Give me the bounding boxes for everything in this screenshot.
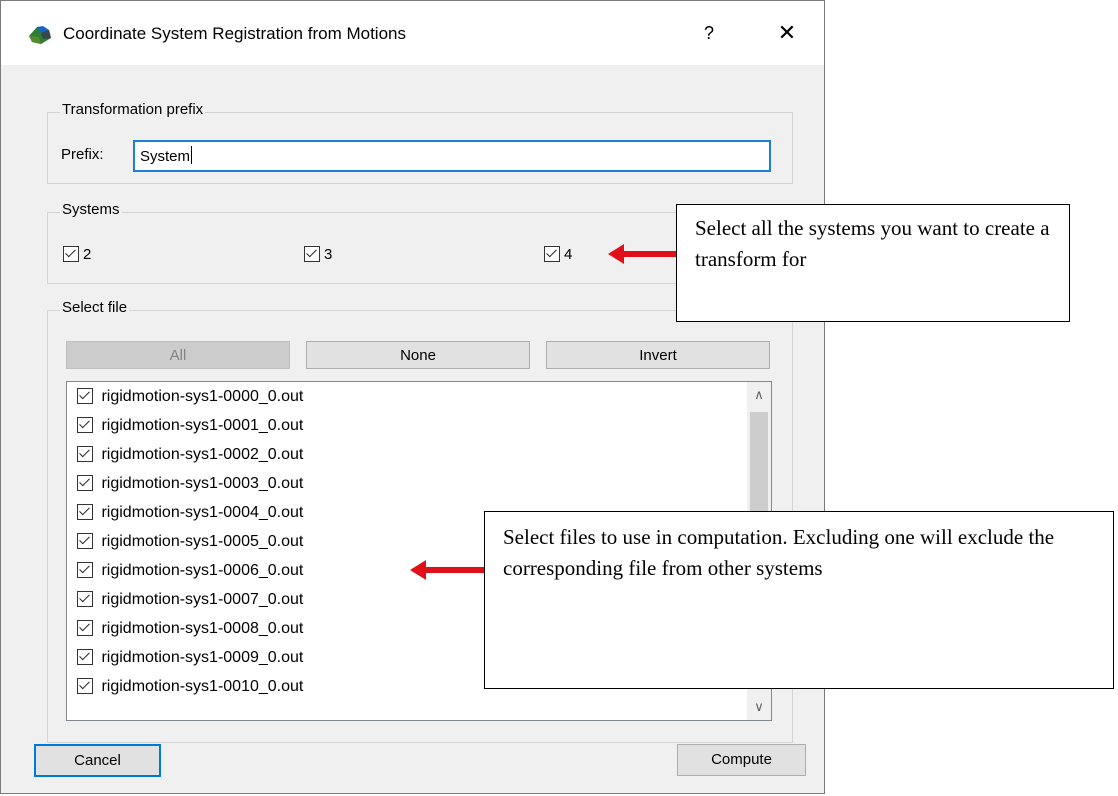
text-caret <box>191 146 193 164</box>
scroll-down-icon[interactable]: ∨ <box>747 694 771 720</box>
file-name: rigidmotion-sys1-0005_0.out <box>101 533 304 550</box>
checkbox-checked-icon[interactable] <box>544 246 560 262</box>
systems-annotation: Select all the systems you want to creat… <box>676 204 1070 322</box>
red-arrow-left-icon <box>410 560 484 580</box>
system-label: 4 <box>564 246 573 263</box>
list-item[interactable]: rigidmotion-sys1-0004_0.out <box>77 502 303 524</box>
file-name: rigidmotion-sys1-0006_0.out <box>101 562 304 579</box>
checkbox-checked-icon[interactable] <box>77 475 93 491</box>
close-button[interactable]: ✕ <box>769 15 805 51</box>
file-name: rigidmotion-sys1-0010_0.out <box>101 678 304 695</box>
system-checkbox-2[interactable]: 2 <box>63 246 91 264</box>
list-item[interactable]: rigidmotion-sys1-0005_0.out <box>77 531 303 553</box>
scroll-up-icon[interactable]: ∧ <box>747 382 771 408</box>
file-name: rigidmotion-sys1-0007_0.out <box>101 591 304 608</box>
group-title: Systems <box>60 201 122 218</box>
checkbox-checked-icon[interactable] <box>77 388 93 404</box>
list-item[interactable]: rigidmotion-sys1-0009_0.out <box>77 647 303 669</box>
system-label: 3 <box>324 246 333 263</box>
checkbox-checked-icon[interactable] <box>304 246 320 262</box>
checkbox-checked-icon[interactable] <box>77 591 93 607</box>
help-button[interactable]: ? <box>691 15 727 51</box>
prefix-label: Prefix: <box>61 146 104 163</box>
list-item[interactable]: rigidmotion-sys1-0006_0.out <box>77 560 303 582</box>
checkbox-checked-icon[interactable] <box>63 246 79 262</box>
compute-button[interactable]: Compute <box>677 744 806 776</box>
file-name: rigidmotion-sys1-0004_0.out <box>101 504 304 521</box>
system-checkbox-3[interactable]: 3 <box>304 246 332 264</box>
prefix-value: System <box>140 148 191 165</box>
files-annotation: Select files to use in computation. Excl… <box>484 511 1114 689</box>
checkbox-checked-icon[interactable] <box>77 562 93 578</box>
group-title: Transformation prefix <box>60 101 206 118</box>
checkbox-checked-icon[interactable] <box>77 446 93 462</box>
list-item[interactable]: rigidmotion-sys1-0008_0.out <box>77 618 303 640</box>
cancel-button[interactable]: Cancel <box>34 744 161 777</box>
prefix-input[interactable]: System <box>133 140 771 172</box>
system-checkbox-4[interactable]: 4 <box>544 246 572 264</box>
checkbox-checked-icon[interactable] <box>77 678 93 694</box>
select-none-button[interactable]: None <box>306 341 530 369</box>
invert-selection-button[interactable]: Invert <box>546 341 770 369</box>
checkbox-checked-icon[interactable] <box>77 504 93 520</box>
checkbox-checked-icon[interactable] <box>77 649 93 665</box>
checkbox-checked-icon[interactable] <box>77 533 93 549</box>
file-name: rigidmotion-sys1-0009_0.out <box>101 649 304 666</box>
select-all-button[interactable]: All <box>66 341 290 369</box>
list-item[interactable]: rigidmotion-sys1-0007_0.out <box>77 589 303 611</box>
app-logo-icon <box>29 26 51 44</box>
checkbox-checked-icon[interactable] <box>77 417 93 433</box>
list-item[interactable]: rigidmotion-sys1-0000_0.out <box>77 386 303 408</box>
file-name: rigidmotion-sys1-0001_0.out <box>101 417 304 434</box>
transformation-prefix-group: Transformation prefix Prefix: System <box>47 101 793 184</box>
file-name: rigidmotion-sys1-0008_0.out <box>101 620 304 637</box>
list-item[interactable]: rigidmotion-sys1-0010_0.out <box>77 676 303 698</box>
file-name: rigidmotion-sys1-0003_0.out <box>101 475 304 492</box>
checkbox-checked-icon[interactable] <box>77 620 93 636</box>
red-arrow-left-icon <box>608 244 678 264</box>
group-title: Select file <box>60 299 130 316</box>
list-item[interactable]: rigidmotion-sys1-0001_0.out <box>77 415 303 437</box>
list-item[interactable]: rigidmotion-sys1-0003_0.out <box>77 473 303 495</box>
title-bar: Coordinate System Registration from Moti… <box>1 1 824 65</box>
list-item[interactable]: rigidmotion-sys1-0002_0.out <box>77 444 303 466</box>
system-label: 2 <box>83 246 92 263</box>
window-title: Coordinate System Registration from Moti… <box>63 24 406 43</box>
file-name: rigidmotion-sys1-0002_0.out <box>101 446 304 463</box>
file-name: rigidmotion-sys1-0000_0.out <box>101 388 304 405</box>
